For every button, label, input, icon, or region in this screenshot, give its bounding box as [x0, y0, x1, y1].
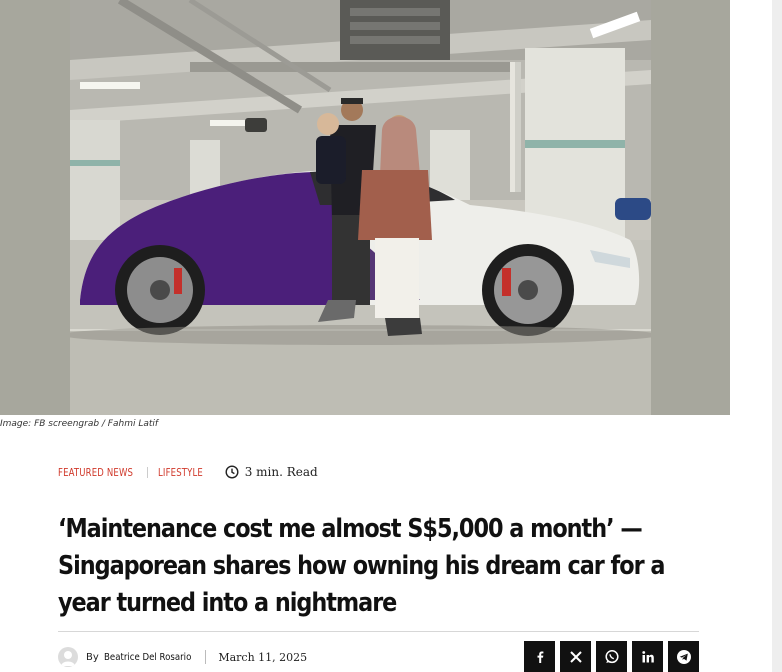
image-caption: Image: FB screengrab / Fahmi Latif [0, 419, 159, 429]
byline: By Beatrice Del Rosario March 11, 2025 [58, 647, 307, 667]
read-time-label: 3 min. Read [244, 465, 318, 479]
clock-icon [225, 465, 239, 479]
share-x-button[interactable] [560, 641, 591, 672]
share-facebook-button[interactable] [524, 641, 555, 672]
author-avatar[interactable] [58, 647, 78, 667]
share-telegram-button[interactable] [668, 641, 699, 672]
hero-photo [70, 0, 651, 415]
author-name-link[interactable]: Beatrice Del Rosario [104, 652, 191, 663]
whatsapp-icon [604, 649, 620, 665]
linkedin-icon [641, 650, 655, 664]
category-featured-news[interactable]: FEATURED NEWS [58, 466, 133, 479]
article-headline: ‘Maintenance cost me almost S$5,000 a mo… [58, 514, 665, 619]
x-icon [569, 650, 583, 664]
read-time: 3 min. Read [225, 465, 318, 479]
telegram-icon [676, 649, 692, 665]
byline-separator [205, 650, 207, 664]
byline-divider [58, 631, 699, 632]
category-separator [147, 466, 149, 478]
page-right-edge [772, 0, 782, 672]
share-whatsapp-button[interactable] [596, 641, 627, 672]
byline-by-label: By [86, 651, 99, 663]
car-park-photo-illustration [70, 0, 651, 415]
hero-image-frame [0, 0, 730, 415]
share-linkedin-button[interactable] [632, 641, 663, 672]
category-lifestyle[interactable]: LIFESTYLE [158, 466, 203, 479]
article-meta-top: FEATURED NEWS LIFESTYLE 3 min. Read [58, 463, 318, 481]
publish-date: March 11, 2025 [218, 650, 308, 664]
facebook-icon [533, 650, 547, 664]
